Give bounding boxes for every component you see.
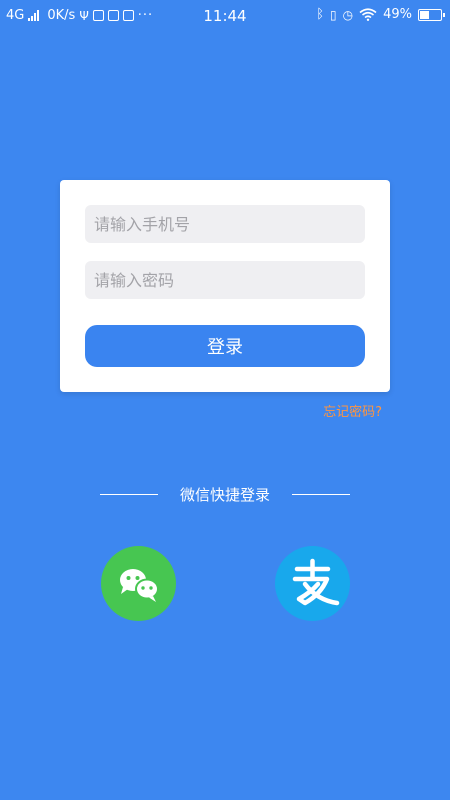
alipay-notification-icon [122,10,134,21]
status-bar-right: ᛒ ▯ ◷ 49% [316,7,445,22]
quick-login-label: 微信快捷登录 [179,485,270,504]
login-card: 登录 [60,180,390,392]
notification-app-icon [92,10,104,21]
wechat-icon [120,569,159,602]
more-notifications-icon: ··· [137,8,154,23]
network-speed: 0K/s [47,8,76,23]
battery-percent: 49% [383,7,412,22]
password-input[interactable] [85,261,365,299]
quick-login-divider: 微信快捷登录 [100,484,350,504]
wifi-icon [359,8,377,21]
signal-icon [28,10,40,21]
bluetooth-icon: ᛒ [316,7,324,22]
login-button[interactable]: 登录 [85,325,365,367]
divider-line-left [100,493,158,495]
battery-icon [418,8,445,21]
status-bar: 4G 0K/s Ψ ··· 11:44 ᛒ ▯ ◷ 49% [0,0,450,32]
divider-line-right [291,493,350,495]
alipay-login-button[interactable] [275,546,350,621]
usb-icon: Ψ [79,8,89,23]
forgot-password-link[interactable]: 忘记密码? [323,401,382,420]
alarm-icon: ◷ [342,7,354,22]
wechat-login-button[interactable] [101,546,176,621]
phone-input[interactable] [85,205,365,243]
vibrate-icon: ▯ [330,7,337,22]
network-type: 4G [6,8,25,23]
battery-fill [420,10,429,19]
mail-icon [107,10,119,21]
alipay-icon [292,558,340,606]
status-bar-left: 4G 0K/s Ψ ··· [6,8,153,23]
